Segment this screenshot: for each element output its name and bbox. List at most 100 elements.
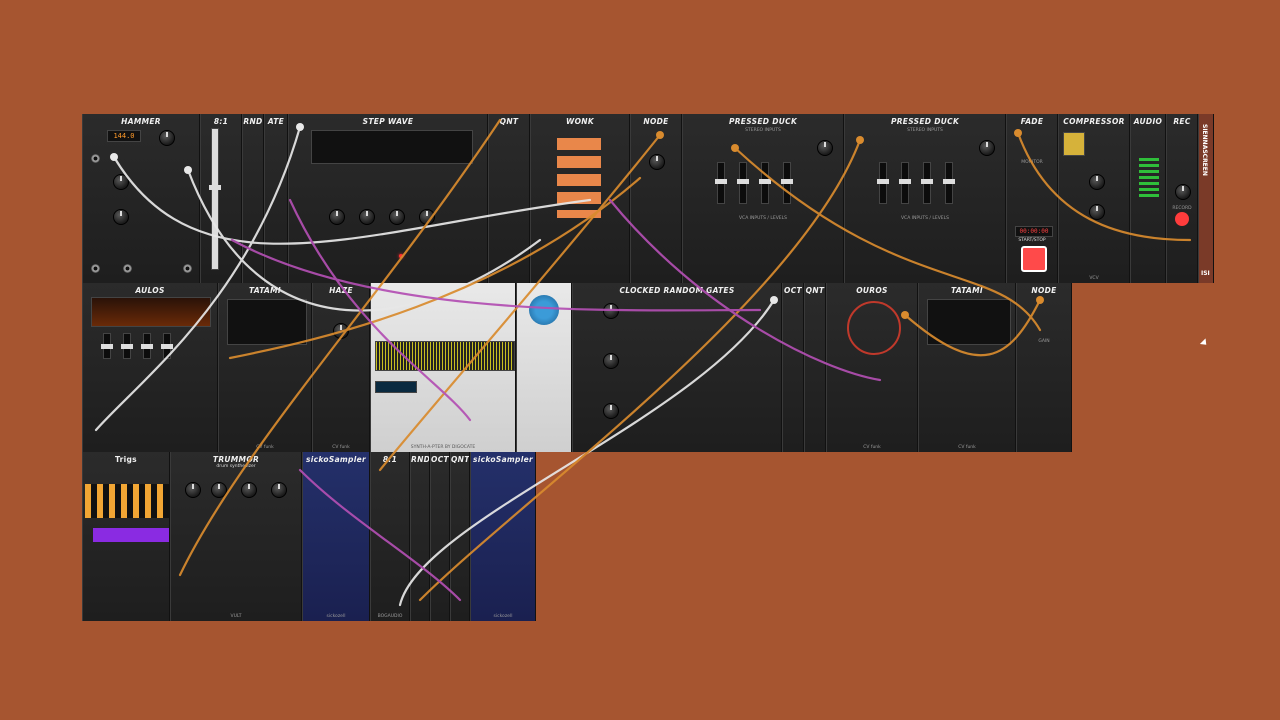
big-knob[interactable] [529, 295, 559, 325]
knob[interactable] [817, 140, 833, 156]
bogaudio-logo: BOGAUDIO [377, 614, 403, 619]
module-ate[interactable]: ATE [264, 114, 288, 283]
jack[interactable] [91, 154, 100, 163]
module-pressed-duck-2[interactable]: PRESSED DUCK STEREO INPUTS VCA INPUTS / … [844, 114, 1006, 283]
siennascreen-badge: ISI [1201, 270, 1210, 277]
module-pressed-duck-1[interactable]: PRESSED DUCK STEREO INPUTS VCA INPUTS / … [682, 114, 844, 283]
module-siennascreen[interactable]: SIENNASCREEN ISI [1198, 114, 1214, 283]
cv-funk-logo: CV funk [256, 445, 274, 450]
fader[interactable] [209, 128, 221, 270]
module-tatami-2[interactable]: TATAMI CV funk [918, 283, 1016, 452]
knob[interactable] [603, 303, 619, 319]
module-audio[interactable]: AUDIO [1130, 114, 1166, 283]
module-rnd-2[interactable]: RND [410, 452, 430, 621]
module-qnt-3[interactable]: QNT [450, 452, 470, 621]
module-title: QNT [499, 117, 519, 126]
knob[interactable] [603, 403, 619, 419]
record-button[interactable] [1175, 212, 1189, 226]
fader[interactable] [943, 162, 955, 204]
module-81-switch-2[interactable]: 8:1 BOGAUDIO [370, 452, 410, 621]
jack[interactable] [123, 264, 132, 273]
mouse-cursor-icon [1199, 338, 1210, 348]
module-title: OCT [784, 286, 802, 295]
knob[interactable] [603, 353, 619, 369]
cv-funk-logo: CV funk [863, 445, 881, 450]
module-title: TRUMMOR [212, 455, 260, 464]
knob[interactable] [979, 140, 995, 156]
knob[interactable] [271, 482, 287, 498]
module-step-wave[interactable]: STEP WAVE [288, 114, 488, 283]
jack[interactable] [183, 264, 192, 273]
module-clock-ctrl[interactable] [516, 283, 572, 452]
start-stop-label: START/STOP [1018, 238, 1046, 243]
fader[interactable] [759, 162, 771, 204]
ratio-knob[interactable] [1089, 204, 1105, 220]
module-qnt-2[interactable]: QNT [804, 283, 826, 452]
module-wonk[interactable]: WONK [530, 114, 630, 283]
knob[interactable] [113, 209, 129, 225]
module-title: RND [411, 455, 430, 464]
module-oct[interactable]: OCT [782, 283, 804, 452]
module-aulos[interactable]: AULOS [82, 283, 218, 452]
module-node-2[interactable]: NODE GAIN [1016, 283, 1072, 452]
module-title: RND [243, 117, 263, 126]
knob[interactable] [185, 482, 201, 498]
knob[interactable] [333, 323, 349, 339]
module-title: 8:1 [382, 455, 398, 464]
fader[interactable] [101, 333, 113, 359]
module-rnd[interactable]: RND [242, 114, 264, 283]
knob[interactable] [359, 209, 375, 225]
threshold-knob[interactable] [1089, 174, 1105, 190]
knob[interactable] [419, 209, 435, 225]
knob[interactable] [241, 482, 257, 498]
jack[interactable] [91, 264, 100, 273]
knob[interactable] [329, 209, 345, 225]
stereo-inputs-label: STEREO INPUTS [745, 128, 781, 133]
knob[interactable] [211, 482, 227, 498]
fader[interactable] [899, 162, 911, 204]
fader[interactable] [715, 162, 727, 204]
vult-logo: VULT [230, 614, 242, 619]
module-81-switch[interactable]: 8:1 [200, 114, 242, 283]
record-time-display: 00:00:00 [1015, 226, 1053, 237]
fader[interactable] [877, 162, 889, 204]
module-oct-2[interactable]: OCT [430, 452, 450, 621]
rate-knob[interactable] [159, 130, 175, 146]
module-sickosampler-1[interactable]: sickoSampler sickozell [302, 452, 370, 621]
knob[interactable] [113, 174, 129, 190]
fader[interactable] [737, 162, 749, 204]
module-fade[interactable]: FADE MONITOR 00:00:00 START/STOP [1006, 114, 1058, 283]
step-led [399, 254, 403, 258]
module-node[interactable]: NODE [630, 114, 682, 283]
module-qnt[interactable]: QNT [488, 114, 530, 283]
module-ouros[interactable]: OUROS CV funk [826, 283, 918, 452]
module-tatami-1[interactable]: TATAMI CV funk [218, 283, 312, 452]
module-title: sickoSampler [473, 455, 533, 464]
gain-knob[interactable] [649, 154, 665, 170]
module-rec[interactable]: REC RECORD [1166, 114, 1198, 283]
knob[interactable] [389, 209, 405, 225]
module-title: PRESSED DUCK [728, 117, 798, 126]
module-compressor[interactable]: COMPRESSOR VCV [1058, 114, 1130, 283]
module-haze[interactable]: HAZE CV funk [312, 283, 370, 452]
module-clocked-random-gates[interactable]: CLOCKED RANDOM GATES [572, 283, 782, 452]
module-trummor[interactable]: TRUMMOR drum synthesizer VULT [170, 452, 302, 621]
start-stop-button[interactable] [1021, 246, 1047, 272]
fader[interactable] [121, 333, 133, 359]
module-trigs[interactable]: Trigs [82, 452, 170, 621]
module-title: PRESSED DUCK [890, 117, 960, 126]
module-title: COMPRESSOR [1063, 117, 1125, 126]
bpm-value: 144.0 [113, 132, 135, 140]
fader[interactable] [141, 333, 153, 359]
siennascreen-title: SIENNASCREEN [1201, 124, 1208, 176]
module-hammer[interactable]: HAMMER 144.0 [82, 114, 200, 283]
level-knob[interactable] [1175, 184, 1191, 200]
module-title: 8:1 [213, 117, 229, 126]
fader[interactable] [161, 333, 173, 359]
module-title: NODE [643, 117, 669, 126]
fader[interactable] [781, 162, 793, 204]
ouros-ring [847, 301, 901, 355]
module-sickosampler-2[interactable]: sickoSampler sickozell [470, 452, 536, 621]
fader[interactable] [921, 162, 933, 204]
module-synth-a-pter[interactable]: SYNTH-A-PTER BY DIGOCATE [370, 283, 516, 452]
